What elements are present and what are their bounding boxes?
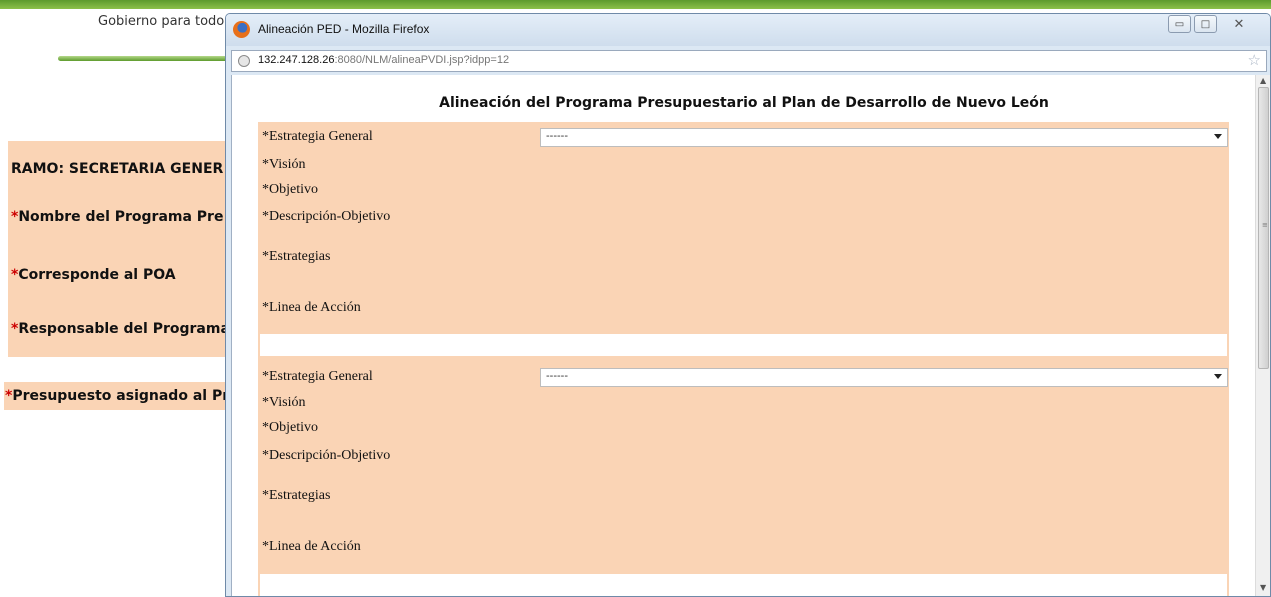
ramo-label: RAMO: SECRETARIA GENER [11, 161, 224, 177]
linea-accion-field[interactable] [260, 334, 1227, 356]
alignment-block-2: *Estrategia General ------ *Visión *Obje… [258, 362, 1229, 596]
window-title: Alineación PED - Mozilla Firefox [258, 22, 430, 36]
form-title: Alineación del Programa Presupuestario a… [439, 95, 1049, 111]
presupuesto-label: *Presupuesto asignado al Pr [5, 388, 230, 404]
address-bar[interactable]: 132.247.128.26:8080/NLM/alineaPVDI.jsp?i… [231, 50, 1267, 72]
bookmark-star-icon[interactable]: ☆ [1248, 51, 1261, 69]
scroll-up-arrow-icon[interactable]: ▲ [1260, 76, 1266, 85]
estrategias-label: *Estrategias [262, 249, 331, 264]
linea-accion-label: *Linea de Acción [262, 300, 361, 315]
vertical-scrollbar[interactable]: ▲ ≡ ▼ [1255, 75, 1270, 596]
descripcion-objetivo-label: *Descripción-Objetivo [262, 209, 391, 224]
descripcion-objetivo-label: *Descripción-Objetivo [262, 448, 391, 463]
corresponde-poa-label: *Corresponde al POA [11, 267, 176, 283]
page-content: Alineación del Programa Presupuestario a… [231, 75, 1255, 596]
linea-accion-field[interactable] [260, 574, 1227, 596]
select-value: ------ [546, 130, 568, 142]
objetivo-label: *Objetivo [262, 182, 318, 197]
background-header-bar [0, 0, 1271, 9]
objetivo-label: *Objetivo [262, 420, 318, 435]
program-info-panel: RAMO: SECRETARIA GENER *Nombre del Progr… [8, 141, 230, 357]
estrategias-label: *Estrategias [262, 488, 331, 503]
scroll-down-arrow-icon[interactable]: ▼ [1260, 583, 1266, 592]
responsable-programa-label: *Responsable del Programa [11, 321, 230, 337]
dropdown-arrow-icon [1214, 134, 1222, 139]
vision-label: *Visión [262, 157, 306, 172]
alignment-block-1: *Estrategia General ------ *Visión *Obje… [258, 122, 1229, 382]
firefox-icon [233, 21, 250, 38]
window-titlebar[interactable]: Alineación PED - Mozilla Firefox ▭ □ ✕ [226, 14, 1270, 46]
presupuesto-panel: *Presupuesto asignado al Pr [4, 382, 230, 410]
maximize-button[interactable]: □ [1194, 15, 1217, 33]
dropdown-arrow-icon [1214, 374, 1222, 379]
grip-icon: ≡ [1262, 221, 1268, 229]
popup-window: Alineación PED - Mozilla Firefox ▭ □ ✕ 1… [225, 13, 1271, 597]
green-divider [58, 56, 228, 61]
close-button[interactable]: ✕ [1220, 15, 1258, 33]
window-controls: ▭ □ ✕ [1168, 15, 1258, 33]
estrategia-general-label: *Estrategia General [262, 369, 373, 384]
url-text[interactable]: 132.247.128.26:8080/NLM/alineaPVDI.jsp?i… [258, 54, 509, 66]
estrategia-general-select[interactable]: ------ [540, 128, 1228, 147]
vision-label: *Visión [262, 395, 306, 410]
linea-accion-label: *Linea de Acción [262, 539, 361, 554]
estrategia-general-select[interactable]: ------ [540, 368, 1228, 387]
estrategia-general-label: *Estrategia General [262, 129, 373, 144]
gobierno-slogan: Gobierno para todo [98, 14, 225, 29]
scrollbar-thumb[interactable]: ≡ [1258, 87, 1269, 369]
select-value: ------ [546, 370, 568, 382]
nombre-programa-label: *Nombre del Programa Pre [11, 209, 224, 225]
minimize-button[interactable]: ▭ [1168, 15, 1191, 33]
globe-icon [238, 55, 250, 67]
